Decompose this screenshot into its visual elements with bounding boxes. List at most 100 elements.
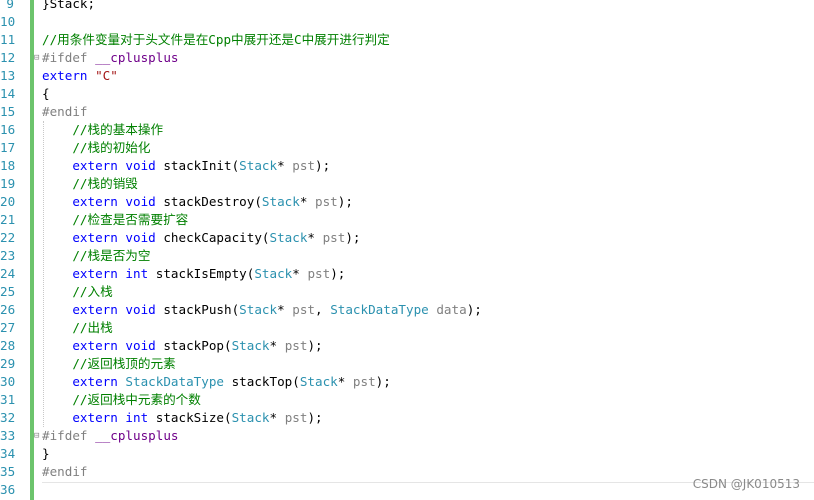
code-token-str: "C" (95, 68, 118, 83)
line-number: 20 (0, 194, 16, 209)
code-token-fn: stackTop( (231, 374, 300, 389)
code-token-plain: , (315, 302, 331, 317)
code-token-kw: extern (42, 68, 96, 83)
code-token-param: pst (292, 158, 316, 173)
line-number: 36 (0, 482, 16, 497)
code-token-fn: stackPush( (163, 302, 240, 317)
code-token-kw: extern (72, 266, 126, 281)
code-token-plain: ); (315, 158, 331, 173)
code-token-plain: ); (330, 266, 346, 281)
code-text: //栈的初始化 (42, 139, 150, 157)
line-number: 10 (0, 14, 16, 29)
code-text: { (42, 85, 50, 103)
code-token-plain: ); (375, 374, 391, 389)
line-number: 22 (0, 230, 16, 245)
code-text: #ifdef __cplusplus (42, 49, 178, 67)
code-text: extern void stackDestroy(Stack* pst); (42, 193, 353, 211)
code-token-kw: int (125, 266, 156, 281)
code-text: //用条件变量对于头文件是在Cpp中展开还是C中展开进行判定 (42, 31, 390, 49)
code-token-type: Stack (239, 158, 278, 173)
code-token-type: Stack (254, 266, 293, 281)
fold-toggle-icon[interactable]: ⊟ (34, 432, 41, 441)
code-token-comment: //入栈 (72, 284, 113, 299)
line-number: 21 (0, 212, 16, 227)
code-text: extern int stackIsEmpty(Stack* pst); (42, 265, 345, 283)
code-text: //返回栈顶的元素 (42, 355, 175, 373)
code-text: //栈是否为空 (42, 247, 150, 265)
code-text: } (42, 445, 50, 463)
code-token-plain: ); (337, 194, 353, 209)
line-number: 24 (0, 266, 16, 281)
code-token-kw: void (125, 230, 164, 245)
line-number: 34 (0, 446, 16, 461)
code-token-param: pst (284, 410, 308, 425)
line-number: 35 (0, 464, 16, 479)
line-number: 28 (0, 338, 16, 353)
code-token-fn: stackIsEmpty( (155, 266, 255, 281)
code-token-param: data (436, 302, 467, 317)
code-text: //返回栈中元素的个数 (42, 391, 201, 409)
line-number: 17 (0, 140, 16, 155)
code-token-comment: //栈是否为空 (72, 248, 151, 263)
line-number: 13 (0, 68, 16, 83)
code-token-comment: //出栈 (72, 320, 113, 335)
code-token-plain: ); (307, 410, 323, 425)
line-number: 15 (0, 104, 16, 119)
code-token-comment: //栈的销毁 (72, 176, 138, 191)
code-token-type: StackDataType (125, 374, 232, 389)
code-token-kw: extern (72, 302, 126, 317)
code-token-fn: stackSize( (155, 410, 232, 425)
code-token-fn: stackDestroy( (163, 194, 262, 209)
line-number: 31 (0, 392, 16, 407)
line-number: 33 (0, 428, 16, 443)
code-token-comment: //用条件变量对于头文件是在Cpp中展开还是C中展开进行判定 (42, 32, 390, 47)
code-text: extern void stackPush(Stack* pst, StackD… (42, 301, 482, 319)
code-text: //出栈 (42, 319, 113, 337)
code-text: extern void checkCapacity(Stack* pst); (42, 229, 360, 247)
code-token-prep: #endif (42, 104, 88, 119)
code-text: extern "C" (42, 67, 118, 85)
code-token-kw: extern (72, 158, 126, 173)
code-token-type: Stack (231, 410, 270, 425)
line-number: 14 (0, 86, 16, 101)
line-number: 12 (0, 50, 16, 65)
code-token-param: pst (292, 302, 316, 317)
code-token-type: Stack (261, 194, 300, 209)
fold-toggle-icon[interactable]: ⊟ (34, 54, 41, 63)
code-token-type: StackDataType (330, 302, 437, 317)
code-token-macro: __cplusplus (95, 428, 179, 443)
code-token-plain: * (269, 410, 285, 425)
code-token-param: pst (352, 374, 376, 389)
code-token-plain: ); (307, 338, 323, 353)
code-token-param: pst (307, 266, 331, 281)
watermark-text: CSDN @JK010513 (692, 477, 800, 491)
code-token-kw: extern (72, 374, 126, 389)
code-text: #endif (42, 103, 88, 121)
code-token-plain: * (277, 302, 293, 317)
code-token-fn: checkCapacity( (163, 230, 270, 245)
code-text: extern int stackSize(Stack* pst); (42, 409, 323, 427)
code-token-param: pst (322, 230, 346, 245)
code-token-type: Stack (269, 230, 308, 245)
code-token-comment: //栈的初始化 (72, 140, 151, 155)
line-number: 30 (0, 374, 16, 389)
code-token-plain: { (42, 86, 50, 101)
code-token-prep: #endif (42, 464, 88, 479)
code-token-fn: stackPop( (163, 338, 232, 353)
code-token-kw: int (125, 410, 156, 425)
code-token-prep: #ifdef (42, 428, 96, 443)
code-token-plain: * (307, 230, 323, 245)
code-token-plain: * (337, 374, 353, 389)
code-token-plain: * (299, 194, 316, 209)
